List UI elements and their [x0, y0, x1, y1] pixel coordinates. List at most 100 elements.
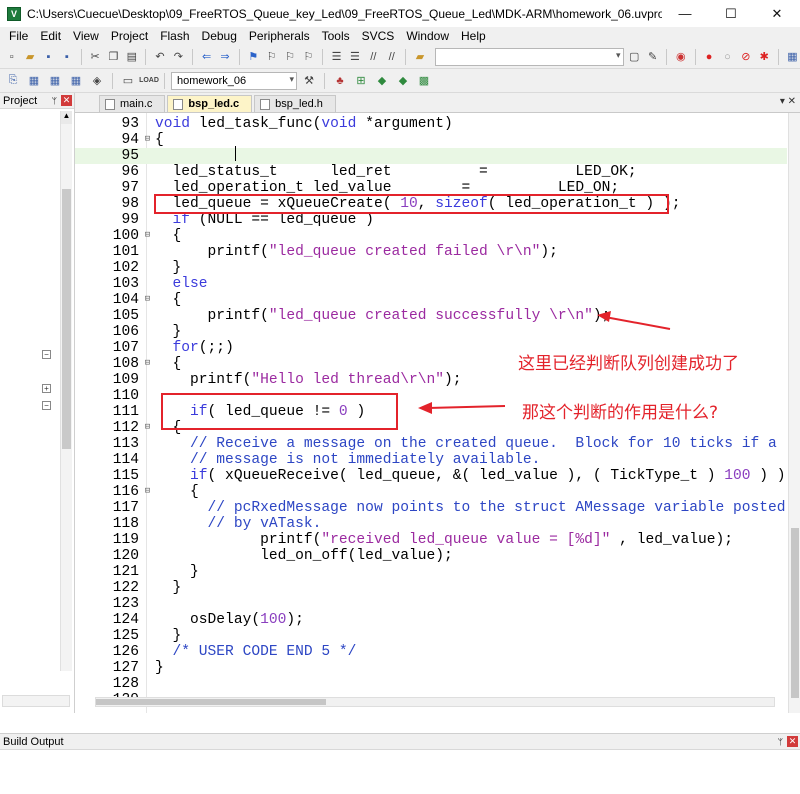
scroll-thumb[interactable]: [791, 528, 799, 698]
editor-vertical-scrollbar[interactable]: [788, 113, 800, 713]
close-button[interactable]: ✕: [754, 0, 800, 27]
code-line[interactable]: 120 led_on_off(led_value);: [75, 548, 787, 564]
fold-toggle-icon[interactable]: ⊟: [143, 230, 152, 241]
stop-build-icon[interactable]: ◈: [88, 72, 106, 90]
project-horizontal-scrollbar[interactable]: [2, 695, 70, 707]
tab-bsp-led-h[interactable]: bsp_led.h: [254, 95, 336, 112]
menu-project[interactable]: Project: [105, 29, 154, 43]
paste-icon[interactable]: ▤: [124, 48, 139, 66]
tree-collapse-icon[interactable]: −: [42, 350, 51, 359]
clear-bookmarks-icon[interactable]: ⚐: [301, 48, 316, 66]
tab-main-c[interactable]: main.c: [99, 95, 166, 112]
code-line[interactable]: 106 }: [75, 324, 787, 340]
uncomment-icon[interactable]: //: [384, 48, 399, 66]
menu-window[interactable]: Window: [400, 29, 455, 43]
pack-installer-icon[interactable]: ▩: [415, 72, 433, 90]
menu-tools[interactable]: Tools: [316, 29, 356, 43]
code-line[interactable]: 105 printf("led_queue created successful…: [75, 308, 787, 324]
find-in-files-icon[interactable]: ▰: [412, 48, 427, 66]
code-line[interactable]: 115 if( xQueueReceive( led_queue, &( led…: [75, 468, 787, 484]
translate-icon[interactable]: ⎘: [4, 72, 22, 90]
code-line[interactable]: 99 if (NULL == led_queue ): [75, 212, 787, 228]
menu-flash[interactable]: Flash: [154, 29, 195, 43]
debug-session-icon[interactable]: ◉: [673, 48, 688, 66]
file-extensions-icon[interactable]: ♣: [331, 72, 349, 90]
insert-breakpoint-icon[interactable]: ●: [701, 48, 716, 66]
fold-toggle-icon[interactable]: ⊟: [143, 486, 152, 497]
find-combo[interactable]: ▾: [434, 47, 624, 66]
code-line[interactable]: 121 }: [75, 564, 787, 580]
code-line[interactable]: 95: [75, 148, 787, 164]
save-icon[interactable]: ▪: [41, 48, 56, 66]
code-line[interactable]: 116 ⊟ {: [75, 484, 787, 500]
close-icon[interactable]: ✕: [787, 736, 798, 747]
code-line[interactable]: 103 else: [75, 276, 787, 292]
manage-project-items-icon[interactable]: ⊞: [352, 72, 370, 90]
disable-breakpoints-icon[interactable]: ⊘: [738, 48, 753, 66]
incremental-find-icon[interactable]: ✎: [645, 48, 660, 66]
pin-icon[interactable]: ᛘ: [52, 96, 57, 106]
code-line[interactable]: 127}: [75, 660, 787, 676]
comment-icon[interactable]: //: [366, 48, 381, 66]
close-icon[interactable]: ✕: [61, 95, 72, 106]
bookmark-icon[interactable]: ⚑: [246, 48, 261, 66]
next-bookmark-icon[interactable]: ⚐: [282, 48, 297, 66]
fold-toggle-icon[interactable]: ⊟: [143, 422, 152, 433]
code-line[interactable]: 100 ⊟ {: [75, 228, 787, 244]
rebuild-icon[interactable]: ▦: [46, 72, 64, 90]
target-options-icon[interactable]: ⚒: [300, 72, 318, 90]
maximize-button[interactable]: ☐: [708, 0, 754, 27]
scroll-thumb[interactable]: [96, 699, 326, 705]
undo-icon[interactable]: ↶: [152, 48, 167, 66]
menu-file[interactable]: File: [3, 29, 34, 43]
code-line[interactable]: 94 ⊟{: [75, 132, 787, 148]
code-line[interactable]: 118 // by vATask.: [75, 516, 787, 532]
prev-bookmark-icon[interactable]: ⚐: [264, 48, 279, 66]
code-line[interactable]: 122 }: [75, 580, 787, 596]
menu-edit[interactable]: Edit: [34, 29, 67, 43]
cut-icon[interactable]: ✂: [87, 48, 102, 66]
nav-back-icon[interactable]: ⇐: [199, 48, 214, 66]
tree-expand-icon[interactable]: +: [42, 384, 51, 393]
menu-peripherals[interactable]: Peripherals: [243, 29, 316, 43]
new-file-icon[interactable]: ▫: [4, 48, 19, 66]
fold-toggle-icon[interactable]: ⊟: [143, 294, 152, 305]
project-vertical-scrollbar[interactable]: ▲: [60, 111, 72, 671]
window-layout-icon[interactable]: ▦: [785, 48, 800, 66]
open-folder-icon[interactable]: ▰: [22, 48, 37, 66]
code-line[interactable]: 101 printf("led_queue created failed \r\…: [75, 244, 787, 260]
scroll-up-icon[interactable]: ▲: [61, 111, 72, 124]
code-line[interactable]: 104 ⊟ {: [75, 292, 787, 308]
nav-forward-icon[interactable]: ⇒: [217, 48, 232, 66]
code-line[interactable]: 119 printf("received led_queue value = […: [75, 532, 787, 548]
code-line[interactable]: 113 // Receive a message on the created …: [75, 436, 787, 452]
kill-breakpoints-icon[interactable]: ✱: [757, 48, 772, 66]
target-select[interactable]: homework_06 ▾: [171, 71, 297, 90]
minimize-button[interactable]: —: [662, 0, 708, 27]
enable-breakpoint-icon[interactable]: ○: [720, 48, 735, 66]
batch-build-icon[interactable]: ▦: [67, 72, 85, 90]
build-icon[interactable]: ▦: [25, 72, 43, 90]
tab-bsp-led-c[interactable]: bsp_led.c: [167, 95, 253, 112]
code-line[interactable]: 93 void led_task_func(void *argument): [75, 116, 787, 132]
scroll-thumb[interactable]: [62, 189, 71, 449]
code-line[interactable]: 102 }: [75, 260, 787, 276]
redo-icon[interactable]: ↷: [171, 48, 186, 66]
menu-svcs[interactable]: SVCS: [356, 29, 401, 43]
indent-icon[interactable]: ☰: [329, 48, 344, 66]
code-line[interactable]: 126 /* USER CODE END 5 */: [75, 644, 787, 660]
menu-help[interactable]: Help: [455, 29, 492, 43]
editor-horizontal-scrollbar[interactable]: [95, 697, 775, 707]
download-icon[interactable]: ▭: [119, 72, 137, 90]
code-line[interactable]: 124 osDelay(100);: [75, 612, 787, 628]
manage-run-time-icon[interactable]: ◆: [373, 72, 391, 90]
pin-icon[interactable]: ᛘ: [778, 737, 783, 747]
save-all-icon[interactable]: ▪: [59, 48, 74, 66]
code-line[interactable]: 117 // pcRxedMessage now points to the s…: [75, 500, 787, 516]
unindent-icon[interactable]: ☰: [347, 48, 362, 66]
select-packs-icon[interactable]: ◆: [394, 72, 412, 90]
menu-view[interactable]: View: [67, 29, 105, 43]
fold-toggle-icon[interactable]: ⊟: [143, 134, 152, 145]
code-line[interactable]: 123: [75, 596, 787, 612]
fold-toggle-icon[interactable]: ⊟: [143, 358, 152, 369]
